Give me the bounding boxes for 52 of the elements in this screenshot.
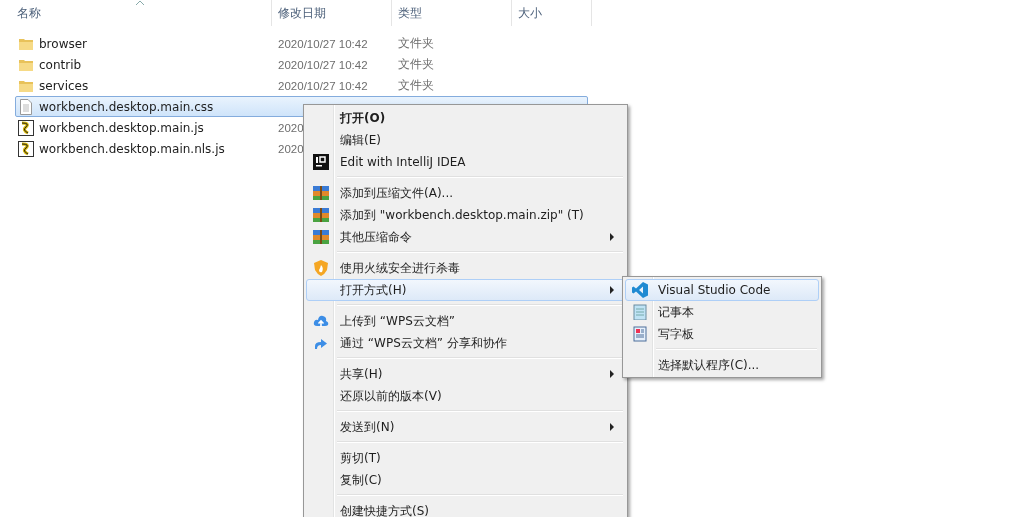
menu-item[interactable]: 使用火绒安全进行杀毒	[306, 257, 625, 279]
date-cell: 2020	[278, 121, 304, 134]
menu-item[interactable]: 编辑(E)	[306, 129, 625, 151]
file-name: workbench.desktop.main.css	[39, 99, 214, 114]
type-cell: 文件夹	[397, 36, 434, 51]
file-name: browser	[39, 36, 87, 51]
date-cell: 2020	[278, 142, 304, 155]
menu-item[interactable]: 还原以前的版本(V)	[306, 385, 625, 407]
menu-item[interactable]: 写字板	[625, 323, 819, 345]
column-header[interactable]: 名称	[0, 0, 272, 26]
file-row[interactable]: browser 2020/10/27 10:42 文件夹	[15, 33, 588, 54]
type-cell: 文件夹	[397, 57, 434, 72]
menu-item[interactable]: 剪切(T)	[306, 447, 625, 469]
file-name: contrib	[39, 57, 82, 72]
script-file-icon	[18, 119, 34, 136]
menu-item[interactable]: 选择默认程序(C)...	[625, 354, 819, 376]
file-row[interactable]: contrib 2020/10/27 10:42 文件夹	[15, 54, 588, 75]
column-header[interactable]: 类型	[392, 0, 512, 26]
type-cell: 文件夹	[397, 78, 434, 93]
shield-flame-icon	[313, 260, 329, 276]
menu-item[interactable]: 打开方式(H)	[306, 279, 625, 301]
cloud-upload-icon	[313, 313, 329, 329]
menu-item[interactable]: 共享(H)	[306, 363, 625, 385]
menu-item[interactable]: 添加到 "workbench.desktop.main.zip" (T)	[306, 204, 625, 226]
menu-item[interactable]: 复制(C)	[306, 469, 625, 491]
archive-books-icon	[313, 207, 329, 223]
menu-item[interactable]: 发送到(N)	[306, 416, 625, 438]
file-name: workbench.desktop.main.js	[39, 120, 204, 135]
menu-item[interactable]: 添加到压缩文件(A)...	[306, 182, 625, 204]
archive-books-icon	[313, 229, 329, 245]
file-name: workbench.desktop.main.nls.js	[39, 141, 225, 156]
menu-item[interactable]: Visual Studio Code	[625, 279, 819, 301]
menu-item[interactable]: 其他压缩命令	[306, 226, 625, 248]
menu-item[interactable]: Edit with IntelliJ IDEA	[306, 151, 625, 173]
date-cell: 2020/10/27 10:42	[278, 37, 368, 50]
menu-item[interactable]: 记事本	[625, 301, 819, 323]
archive-books-icon	[313, 185, 329, 201]
file-row[interactable]: services 2020/10/27 10:42 文件夹	[15, 75, 588, 96]
menu-item[interactable]: 上传到 “WPS云文档”	[306, 310, 625, 332]
document-icon	[632, 326, 648, 342]
column-header[interactable]: 大小	[512, 0, 592, 26]
code-editor-icon	[632, 282, 648, 298]
file-name: services	[39, 78, 89, 93]
menu-item[interactable]: 创建快捷方式(S)	[306, 500, 625, 517]
file-icon	[18, 98, 34, 115]
notepad-icon	[632, 304, 648, 320]
ide-logo-icon	[313, 154, 329, 170]
column-header[interactable]: 修改日期	[272, 0, 392, 26]
date-cell: 2020/10/27 10:42	[278, 58, 368, 71]
date-cell: 2020/10/27 10:42	[278, 79, 368, 92]
script-file-icon	[18, 140, 34, 157]
menu-item[interactable]: 通过 “WPS云文档” 分享和协作	[306, 332, 625, 354]
